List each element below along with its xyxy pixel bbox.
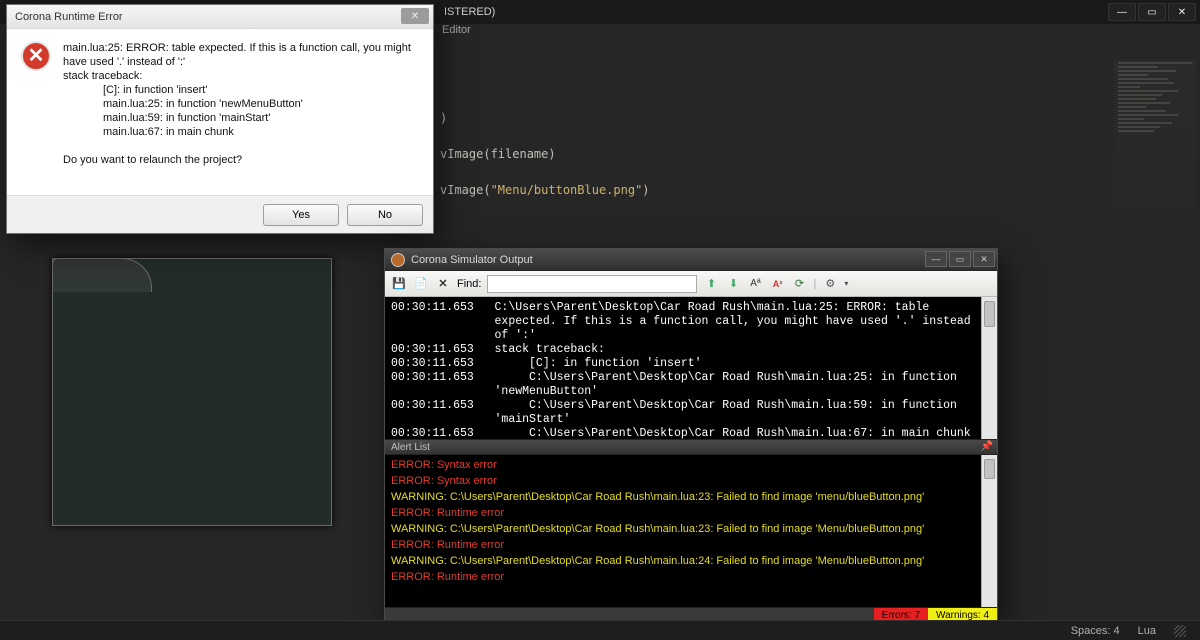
settings-icon[interactable]: ⚙ — [822, 276, 838, 292]
dropdown-icon[interactable]: ▾ — [844, 279, 848, 288]
code-area[interactable]: ) vImage(filename) vImage("Menu/buttonBl… — [440, 100, 650, 208]
save-icon[interactable]: 💾 — [391, 276, 407, 292]
alert-error[interactable]: ERROR: Runtime error — [391, 537, 991, 553]
clear-icon[interactable]: ✕ — [435, 276, 451, 292]
output-minimize[interactable]: — — [925, 251, 947, 267]
simulator-preview-tab — [52, 258, 152, 292]
resize-grip-icon[interactable] — [1174, 625, 1186, 637]
highlight-icon[interactable]: A³ — [769, 276, 785, 292]
alert-warning[interactable]: WARNING: C:\Users\Parent\Desktop\Car Roa… — [391, 553, 991, 569]
minimap[interactable] — [1114, 60, 1196, 260]
yes-button[interactable]: Yes — [263, 204, 339, 226]
runtime-error-dialog: Corona Runtime Error ✕ ✕ main.lua:25: ER… — [6, 4, 434, 234]
code-line: ) — [440, 100, 650, 136]
corona-icon — [391, 253, 405, 267]
dialog-close-button[interactable]: ✕ — [401, 8, 429, 24]
alert-error[interactable]: ERROR: Syntax error — [391, 457, 991, 473]
maximize-button[interactable]: ▭ — [1138, 3, 1166, 21]
alert-error[interactable]: ERROR: Syntax error — [391, 473, 991, 489]
output-titlebar[interactable]: Corona Simulator Output — ▭ ✕ — [385, 249, 997, 271]
find-label: Find: — [457, 278, 481, 290]
refresh-icon[interactable]: ⟳ — [791, 276, 807, 292]
console-output[interactable]: 00:30:11.653 C:\Users\Parent\Desktop\Car… — [385, 297, 997, 439]
no-button[interactable]: No — [347, 204, 423, 226]
dialog-title: Corona Runtime Error — [15, 11, 123, 23]
close-button[interactable]: ✕ — [1168, 3, 1196, 21]
status-bar: Spaces: 4 Lua — [0, 620, 1200, 640]
console-scrollbar[interactable] — [981, 297, 997, 439]
alert-warning[interactable]: WARNING: C:\Users\Parent\Desktop\Car Roa… — [391, 489, 991, 505]
pin-icon[interactable]: 📌 — [981, 441, 993, 452]
status-spaces[interactable]: Spaces: 4 — [1071, 625, 1120, 637]
alert-header[interactable]: Alert List 📌 — [385, 439, 997, 455]
alert-error[interactable]: ERROR: Runtime error — [391, 505, 991, 521]
output-toolbar: 💾 📄 ✕ Find: ⬆ ⬇ Aª A³ ⟳ | ⚙ ▾ — [385, 271, 997, 297]
error-icon: ✕ — [21, 41, 51, 71]
code-line: vImage("Menu/buttonBlue.png") — [440, 172, 650, 208]
dialog-titlebar[interactable]: Corona Runtime Error ✕ — [7, 5, 433, 29]
find-next-icon[interactable]: ⬇ — [725, 276, 741, 292]
error-message: main.lua:25: ERROR: table expected. If t… — [63, 41, 419, 167]
alert-warning[interactable]: WARNING: C:\Users\Parent\Desktop\Car Roa… — [391, 521, 991, 537]
match-case-icon[interactable]: Aª — [747, 276, 763, 292]
find-input[interactable] — [487, 275, 697, 293]
minimize-button[interactable]: — — [1108, 3, 1136, 21]
simulator-preview — [52, 258, 332, 526]
alert-list[interactable]: ERROR: Syntax error ERROR: Syntax error … — [385, 455, 997, 607]
code-line: vImage(filename) — [440, 136, 650, 172]
find-prev-icon[interactable]: ⬆ — [703, 276, 719, 292]
output-maximize[interactable]: ▭ — [949, 251, 971, 267]
editor-tab[interactable]: Editor — [438, 24, 1200, 42]
status-language[interactable]: Lua — [1138, 625, 1156, 637]
alert-scrollbar[interactable] — [981, 455, 997, 607]
alert-error[interactable]: ERROR: Runtime error — [391, 569, 991, 585]
simulator-output-window: Corona Simulator Output — ▭ ✕ 💾 📄 ✕ Find… — [384, 248, 998, 624]
copy-icon[interactable]: 📄 — [413, 276, 429, 292]
output-title: Corona Simulator Output — [411, 254, 533, 266]
output-close[interactable]: ✕ — [973, 251, 995, 267]
